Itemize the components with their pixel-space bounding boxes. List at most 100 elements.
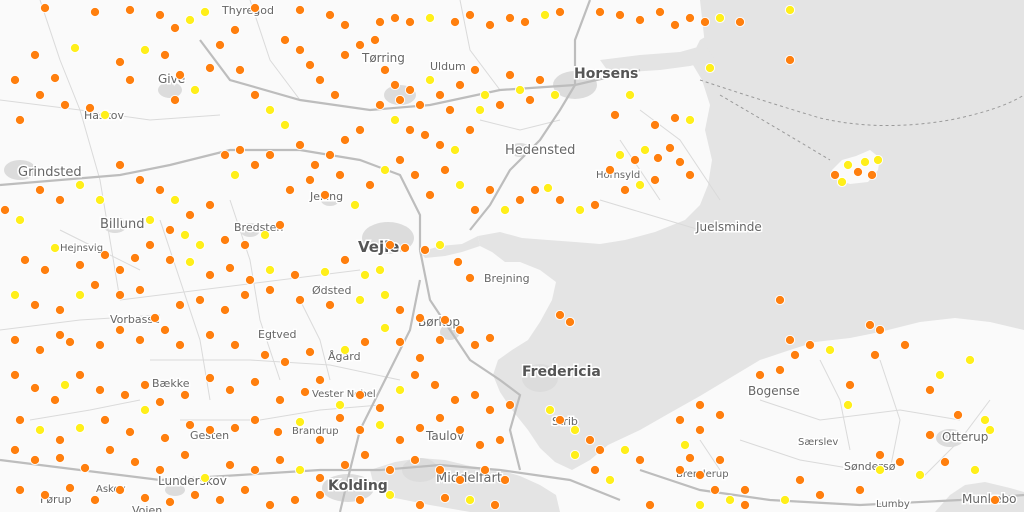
marker-orange[interactable] bbox=[34, 89, 46, 101]
marker-orange[interactable] bbox=[174, 69, 186, 81]
marker-orange[interactable] bbox=[684, 452, 696, 464]
marker-orange[interactable] bbox=[114, 484, 126, 496]
marker-orange[interactable] bbox=[169, 22, 181, 34]
marker-orange[interactable] bbox=[464, 124, 476, 136]
marker-yellow[interactable] bbox=[724, 494, 736, 506]
marker-orange[interactable] bbox=[139, 379, 151, 391]
marker-orange[interactable] bbox=[434, 412, 446, 424]
marker-yellow[interactable] bbox=[14, 214, 26, 226]
marker-yellow[interactable] bbox=[374, 264, 386, 276]
marker-orange[interactable] bbox=[179, 389, 191, 401]
marker-orange[interactable] bbox=[49, 72, 61, 84]
marker-orange[interactable] bbox=[434, 334, 446, 346]
marker-orange[interactable] bbox=[34, 184, 46, 196]
marker-orange[interactable] bbox=[409, 454, 421, 466]
marker-orange[interactable] bbox=[739, 484, 751, 496]
marker-orange[interactable] bbox=[359, 336, 371, 348]
marker-orange[interactable] bbox=[952, 409, 964, 421]
marker-orange[interactable] bbox=[589, 199, 601, 211]
marker-orange[interactable] bbox=[74, 259, 86, 271]
marker-orange[interactable] bbox=[384, 239, 396, 251]
marker-orange[interactable] bbox=[664, 142, 676, 154]
marker-orange[interactable] bbox=[239, 239, 251, 251]
marker-orange[interactable] bbox=[784, 334, 796, 346]
marker-orange[interactable] bbox=[284, 184, 296, 196]
marker-orange[interactable] bbox=[279, 34, 291, 46]
marker-yellow[interactable] bbox=[294, 464, 306, 476]
marker-yellow[interactable] bbox=[169, 194, 181, 206]
marker-orange[interactable] bbox=[404, 124, 416, 136]
marker-orange[interactable] bbox=[174, 339, 186, 351]
marker-orange[interactable] bbox=[869, 349, 881, 361]
marker-orange[interactable] bbox=[814, 489, 826, 501]
marker-yellow[interactable] bbox=[139, 404, 151, 416]
marker-yellow[interactable] bbox=[842, 399, 854, 411]
marker-orange[interactable] bbox=[354, 424, 366, 436]
marker-orange[interactable] bbox=[249, 2, 261, 14]
marker-orange[interactable] bbox=[614, 9, 626, 21]
marker-orange[interactable] bbox=[409, 169, 421, 181]
marker-orange[interactable] bbox=[429, 379, 441, 391]
marker-yellow[interactable] bbox=[59, 379, 71, 391]
marker-orange[interactable] bbox=[259, 349, 271, 361]
marker-orange[interactable] bbox=[924, 429, 936, 441]
marker-yellow[interactable] bbox=[544, 404, 556, 416]
map-canvas[interactable]: Thyregod Tørring Uldum Horsens Give Hask… bbox=[0, 0, 1024, 512]
marker-yellow[interactable] bbox=[34, 424, 46, 436]
marker-orange[interactable] bbox=[89, 6, 101, 18]
marker-orange[interactable] bbox=[29, 49, 41, 61]
marker-orange[interactable] bbox=[54, 194, 66, 206]
marker-orange[interactable] bbox=[249, 414, 261, 426]
marker-orange[interactable] bbox=[449, 16, 461, 28]
marker-orange[interactable] bbox=[29, 382, 41, 394]
marker-orange[interactable] bbox=[464, 272, 476, 284]
marker-orange[interactable] bbox=[239, 484, 251, 496]
marker-orange[interactable] bbox=[714, 454, 726, 466]
marker-yellow[interactable] bbox=[784, 4, 796, 16]
marker-orange[interactable] bbox=[304, 174, 316, 186]
marker-orange[interactable] bbox=[654, 6, 666, 18]
marker-orange[interactable] bbox=[124, 74, 136, 86]
marker-orange[interactable] bbox=[454, 324, 466, 336]
marker-yellow[interactable] bbox=[694, 499, 706, 511]
marker-orange[interactable] bbox=[164, 496, 176, 508]
marker-yellow[interactable] bbox=[979, 414, 991, 426]
marker-yellow[interactable] bbox=[189, 84, 201, 96]
marker-orange[interactable] bbox=[374, 16, 386, 28]
marker-orange[interactable] bbox=[244, 274, 256, 286]
marker-orange[interactable] bbox=[652, 152, 664, 164]
marker-yellow[interactable] bbox=[684, 114, 696, 126]
marker-yellow[interactable] bbox=[514, 84, 526, 96]
marker-orange[interactable] bbox=[852, 166, 864, 178]
marker-orange[interactable] bbox=[204, 424, 216, 436]
marker-orange[interactable] bbox=[119, 389, 131, 401]
marker-orange[interactable] bbox=[389, 12, 401, 24]
marker-orange[interactable] bbox=[124, 4, 136, 16]
marker-yellow[interactable] bbox=[339, 344, 351, 356]
marker-orange[interactable] bbox=[39, 489, 51, 501]
marker-yellow[interactable] bbox=[964, 354, 976, 366]
marker-orange[interactable] bbox=[854, 484, 866, 496]
marker-orange[interactable] bbox=[272, 426, 284, 438]
marker-yellow[interactable] bbox=[349, 199, 361, 211]
marker-orange[interactable] bbox=[314, 74, 326, 86]
marker-orange[interactable] bbox=[489, 499, 501, 511]
marker-orange[interactable] bbox=[339, 459, 351, 471]
marker-orange[interactable] bbox=[414, 422, 426, 434]
marker-orange[interactable] bbox=[59, 99, 71, 111]
marker-orange[interactable] bbox=[714, 409, 726, 421]
marker-yellow[interactable] bbox=[9, 289, 21, 301]
marker-orange[interactable] bbox=[114, 159, 126, 171]
marker-orange[interactable] bbox=[114, 56, 126, 68]
marker-orange[interactable] bbox=[54, 329, 66, 341]
marker-orange[interactable] bbox=[134, 174, 146, 186]
marker-orange[interactable] bbox=[379, 64, 391, 76]
marker-orange[interactable] bbox=[534, 74, 546, 86]
marker-orange[interactable] bbox=[499, 474, 511, 486]
marker-orange[interactable] bbox=[164, 224, 176, 236]
marker-orange[interactable] bbox=[0, 204, 11, 216]
marker-orange[interactable] bbox=[504, 69, 516, 81]
marker-yellow[interactable] bbox=[704, 62, 716, 74]
marker-orange[interactable] bbox=[514, 194, 526, 206]
marker-orange[interactable] bbox=[529, 184, 541, 196]
